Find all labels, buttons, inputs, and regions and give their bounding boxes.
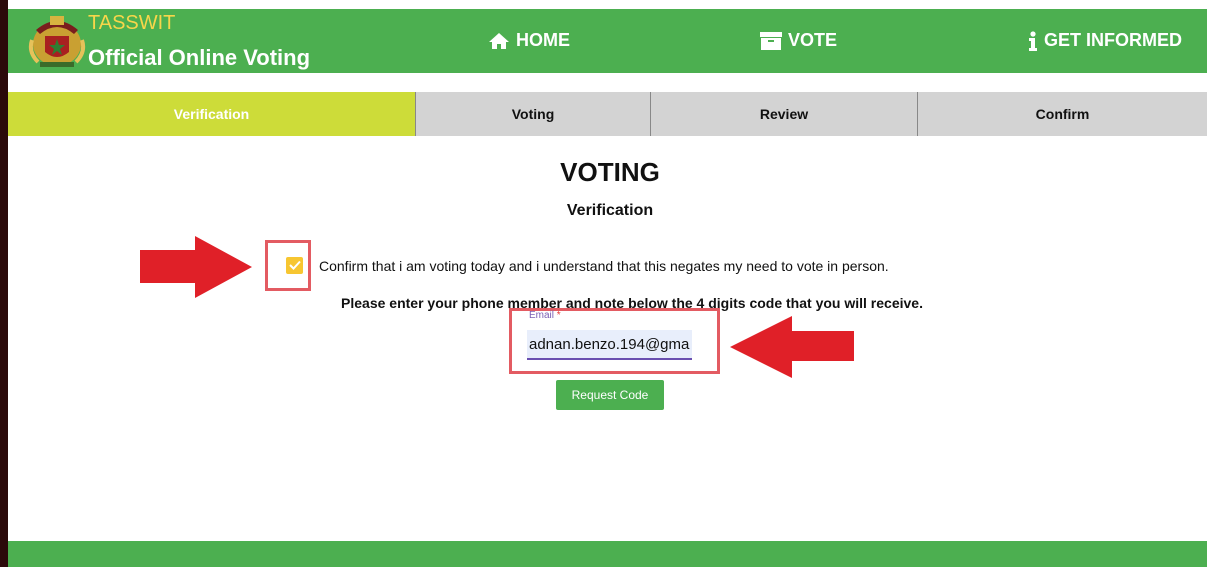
step-voting[interactable]: Voting [416, 92, 651, 136]
nav-vote[interactable]: VOTE [760, 30, 837, 51]
email-field[interactable] [527, 330, 692, 360]
page-title: VOTING [560, 157, 660, 187]
arrow-right-icon [140, 236, 252, 303]
step-verification[interactable]: Verification [8, 92, 416, 136]
progress-steps: Verification Voting Review Confirm [8, 92, 1207, 136]
confirm-label: Confirm that i am voting today and i und… [319, 258, 889, 274]
brand-subtitle: TASSWIT [88, 12, 176, 34]
footer-bar [8, 541, 1207, 567]
step-confirm[interactable]: Confirm [918, 92, 1207, 136]
archive-icon [760, 31, 782, 50]
required-mark: * [556, 310, 561, 321]
window-edge [0, 0, 8, 567]
check-icon [288, 257, 301, 275]
nav-home-label: HOME [516, 30, 570, 50]
nav-vote-label: VOTE [788, 30, 838, 50]
arrow-left-icon [730, 316, 854, 383]
header-bar: TASSWIT Official Online Voting HOME VOTE [8, 9, 1207, 73]
request-code-button[interactable]: Request Code [556, 380, 664, 410]
nav-info-label: GET INFORMED [1044, 30, 1182, 50]
page-subtitle: Verification [566, 202, 654, 219]
nav-home[interactable]: HOME [488, 30, 570, 51]
email-label-text: Email [529, 310, 555, 321]
step-review[interactable]: Review [651, 92, 918, 136]
home-icon [488, 32, 510, 50]
confirm-checkbox[interactable] [286, 257, 303, 274]
emblem-logo[interactable] [26, 12, 88, 70]
page: TASSWIT Official Online Voting HOME VOTE [0, 0, 1207, 567]
email-label: Email * [529, 310, 561, 321]
info-icon [1028, 30, 1038, 51]
nav-get-informed[interactable]: GET INFORMED [1028, 30, 1182, 51]
brand-title: Official Online Voting [88, 45, 311, 70]
